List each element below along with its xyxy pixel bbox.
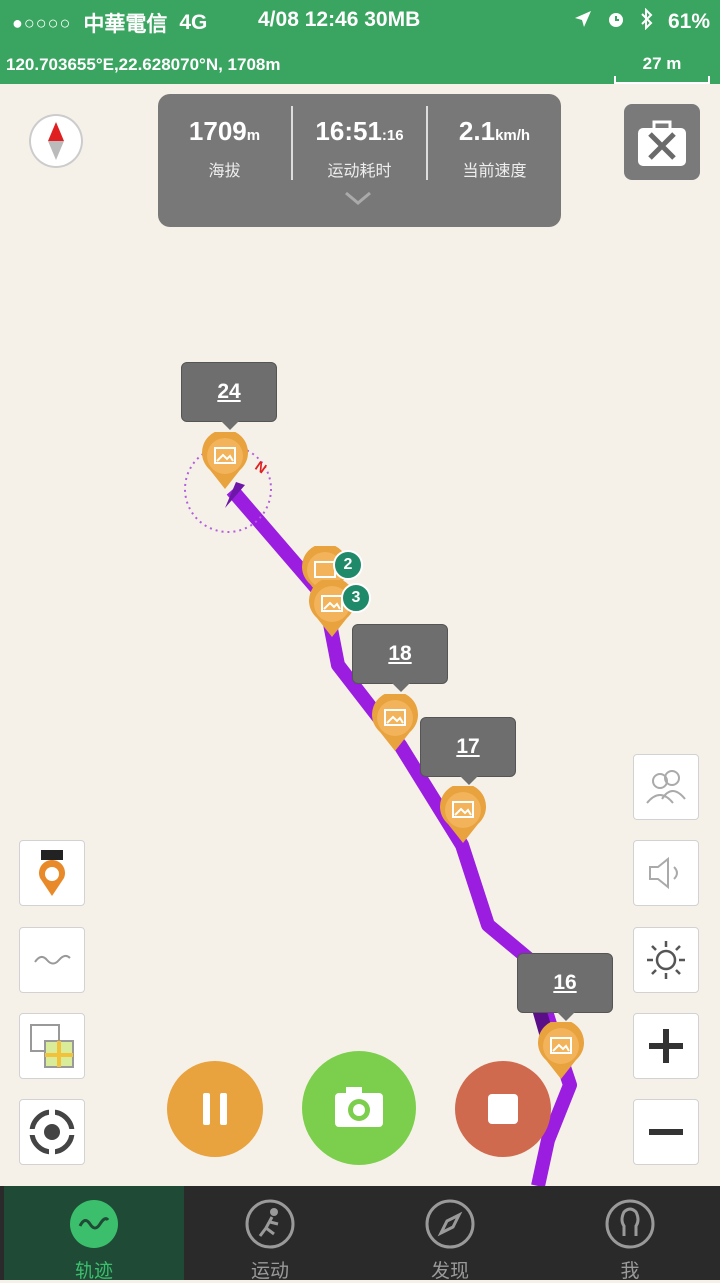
map-layers-icon: [30, 1024, 74, 1068]
sun-icon: [647, 941, 685, 979]
waypoint-marker-button[interactable]: [19, 840, 85, 906]
tab-sport[interactable]: 运动: [180, 1186, 360, 1282]
stop-button[interactable]: [455, 1061, 551, 1157]
time-label: 运动耗时: [327, 163, 392, 180]
altitude-stat: 1709m 海拔: [158, 116, 291, 181]
run-icon: [245, 1199, 295, 1249]
track-style-button[interactable]: [19, 927, 85, 993]
tab-track[interactable]: 轨迹: [4, 1186, 184, 1282]
photo-pin[interactable]: [200, 429, 250, 495]
locate-button[interactable]: [19, 1099, 85, 1165]
brightness-button[interactable]: [633, 927, 699, 993]
stop-icon: [488, 1094, 518, 1124]
tab-bar: 轨迹 运动 发现 我: [0, 1186, 720, 1282]
track-icon: [70, 1200, 118, 1248]
tab-label: 轨迹: [74, 1261, 113, 1282]
zoom-out-button[interactable]: [633, 1099, 699, 1165]
cluster-badge-count: 3: [351, 589, 361, 606]
people-icon: [646, 770, 686, 804]
tab-label: 运动: [250, 1261, 289, 1282]
pause-button[interactable]: [167, 1061, 263, 1157]
zoom-in-button[interactable]: [633, 1013, 699, 1079]
map-layer-button[interactable]: [19, 1013, 85, 1079]
cluster-badge: 3: [341, 583, 371, 613]
map-label[interactable]: 24: [181, 362, 277, 430]
plus-icon: [649, 1029, 683, 1063]
time-stat: 16:51:16 运动耗时: [293, 116, 426, 181]
speed-stat: 2.1km/h 当前速度: [428, 116, 561, 181]
map-label[interactable]: 18: [352, 624, 448, 692]
cluster-badge-count: 2: [343, 556, 353, 573]
speed-unit: km/h: [495, 127, 531, 144]
photo-pin[interactable]: [370, 691, 420, 757]
cluster-badge: 2: [333, 550, 363, 580]
minus-icon: [649, 1129, 683, 1135]
teammates-button[interactable]: [633, 754, 699, 820]
tools-icon: [638, 120, 686, 166]
chevron-down-icon[interactable]: [343, 190, 373, 206]
tools-button[interactable]: [624, 104, 700, 180]
tab-label: 发现: [430, 1261, 469, 1282]
locate-icon: [29, 1109, 75, 1155]
map-label[interactable]: 16: [517, 953, 613, 1021]
voice-button[interactable]: [633, 840, 699, 906]
altitude-unit: m: [246, 127, 261, 144]
photo-pin[interactable]: [438, 783, 488, 849]
compass-icon: [425, 1199, 475, 1249]
speaker-icon: [649, 856, 678, 890]
tab-label: 我: [620, 1261, 640, 1282]
speed-label: 当前速度: [462, 163, 527, 180]
tab-discover[interactable]: 发现: [360, 1186, 540, 1282]
compass-button[interactable]: [29, 114, 83, 168]
time-value: 16:51: [315, 116, 382, 146]
camera-icon: [335, 1087, 383, 1127]
altitude-label: 海拔: [208, 163, 241, 180]
marker-pin-icon: [39, 850, 65, 896]
camera-button[interactable]: [302, 1051, 416, 1165]
altitude-value: 1709: [188, 116, 247, 146]
speed-value: 2.1: [458, 116, 496, 146]
stats-panel[interactable]: 1709m 海拔 16:51:16 运动耗时 2.1km/h 当前速度: [158, 94, 561, 227]
tab-me[interactable]: 我: [540, 1186, 720, 1282]
map-label[interactable]: 17: [420, 717, 516, 785]
profile-icon: [605, 1199, 655, 1249]
wave-icon: [34, 954, 71, 965]
compass-needle-icon: [48, 122, 64, 160]
time-seconds: :16: [381, 127, 404, 144]
pause-icon: [203, 1093, 227, 1125]
